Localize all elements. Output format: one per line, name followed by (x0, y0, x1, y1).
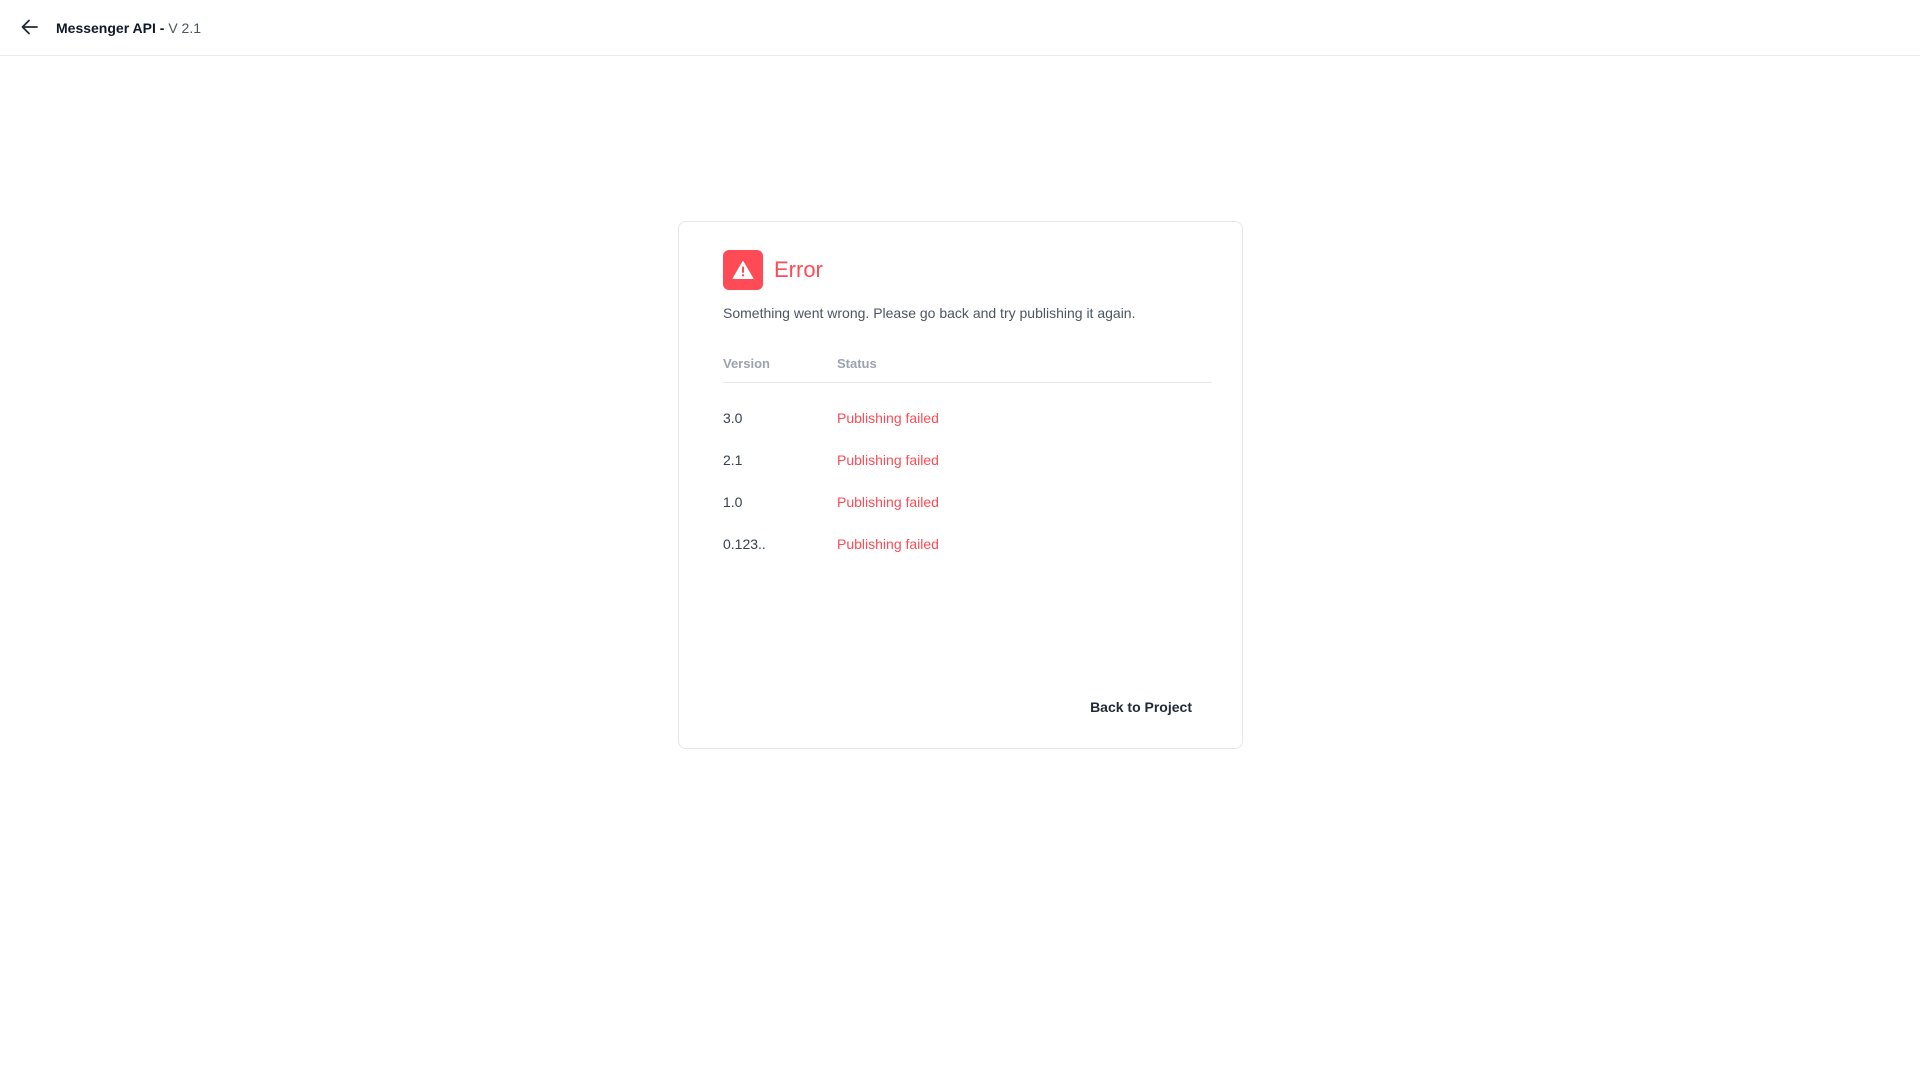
title-separator: - (155, 20, 169, 36)
column-header-status: Status (837, 356, 877, 371)
back-button[interactable] (16, 14, 44, 42)
back-to-project-button[interactable]: Back to Project (1090, 698, 1192, 716)
status-cell: Publishing failed (837, 494, 939, 510)
table-body: 3.0 Publishing failed 2.1 Publishing fai… (723, 383, 1212, 577)
status-cell: Publishing failed (837, 536, 939, 552)
app-name: Messenger API (56, 20, 156, 36)
column-header-version: Version (723, 356, 770, 371)
version-cell: 1.0 (723, 494, 743, 510)
status-cell: Publishing failed (837, 452, 939, 468)
error-description: Something went wrong. Please go back and… (723, 305, 1136, 321)
error-header: Error (723, 250, 823, 290)
table-row: 3.0 Publishing failed (723, 409, 1212, 451)
version-cell: 3.0 (723, 410, 743, 426)
page-title: Messenger API - V 2.1 (56, 19, 201, 37)
version-status-table: Version Status 3.0 Publishing failed 2.1… (723, 352, 1212, 577)
table-row: 1.0 Publishing failed (723, 493, 1212, 535)
version-cell: 0.123.. (723, 536, 766, 552)
error-title: Error (774, 257, 823, 282)
status-cell: Publishing failed (837, 410, 939, 426)
top-bar: Messenger API - V 2.1 (0, 0, 1920, 56)
table-header: Version Status (723, 352, 1212, 383)
arrow-left-icon (20, 17, 40, 40)
error-dialog: Error Something went wrong. Please go ba… (678, 221, 1243, 749)
version-cell: 2.1 (723, 452, 743, 468)
warning-triangle-icon (723, 250, 763, 290)
table-row: 0.123.. Publishing failed (723, 535, 1212, 577)
table-row: 2.1 Publishing failed (723, 451, 1212, 493)
app-version: V 2.1 (168, 20, 202, 36)
